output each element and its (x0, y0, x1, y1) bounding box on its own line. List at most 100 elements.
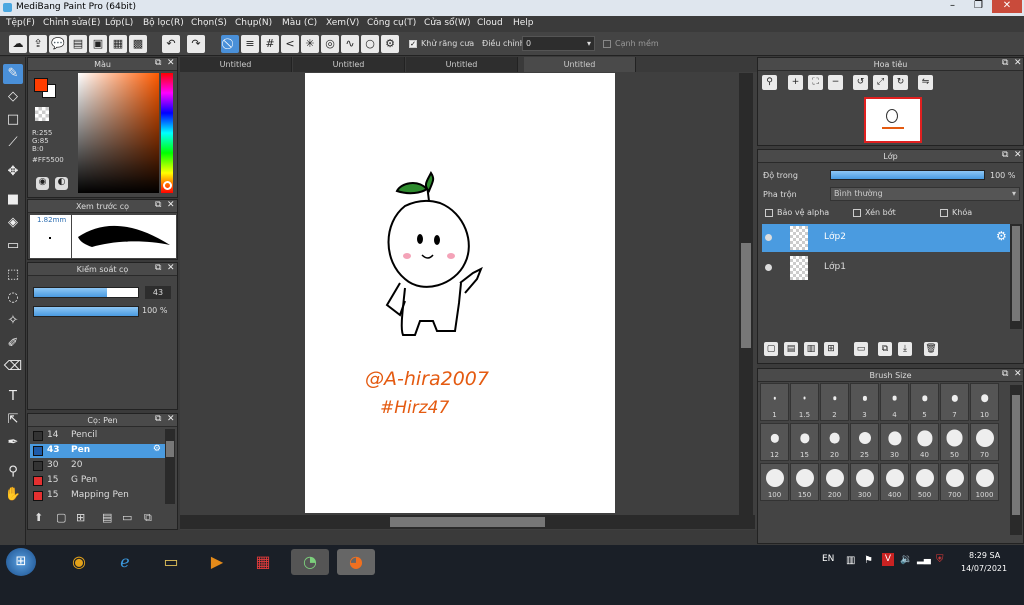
blend-mode-select[interactable]: Bình thường ▾ (830, 187, 1020, 201)
transparent-color-swatch[interactable] (35, 107, 49, 121)
primary-color-swatch[interactable] (34, 78, 48, 92)
hand-tool-icon[interactable]: ✋ (3, 485, 23, 505)
perspective-snap-icon[interactable]: < (281, 35, 299, 53)
language-indicator[interactable]: EN (822, 554, 834, 564)
eraser-tool-icon[interactable]: ◇ (3, 87, 23, 107)
radial-snap-icon[interactable]: ✳ (301, 35, 319, 53)
rotate-left-icon[interactable]: ↺ (853, 75, 868, 90)
menu-tools[interactable]: Công cụ(T) (367, 18, 416, 28)
eyedropper-tool-icon[interactable]: ⚲ (3, 462, 23, 482)
brush-size-preset[interactable]: 10 (970, 383, 999, 421)
text-tool-icon[interactable]: T (3, 387, 23, 407)
new-8bit-layer-icon[interactable]: ▥ (804, 342, 818, 356)
fit-screen-icon[interactable]: ⛶ (808, 75, 823, 90)
canvas-vertical-scrollbar[interactable] (739, 73, 753, 518)
navigator-thumbnail[interactable] (864, 97, 922, 143)
parallel-snap-icon[interactable]: ≡ (241, 35, 259, 53)
dot-tool-icon[interactable]: □ (3, 110, 23, 130)
app-icon[interactable]: ▦ (244, 549, 282, 575)
menu-view[interactable]: Xem(V) (326, 18, 359, 28)
brush-opacity-slider[interactable] (33, 306, 139, 317)
brush-size-scrollbar[interactable] (1010, 385, 1022, 535)
brush-size-preset[interactable]: 200 (820, 463, 849, 501)
close-icon[interactable]: ✕ (1014, 369, 1022, 379)
close-icon[interactable]: ✕ (1014, 58, 1022, 68)
brush-size-slider[interactable] (33, 287, 139, 298)
media-player-icon[interactable]: ▶ (198, 549, 236, 575)
brush-list-item[interactable]: 30 20 (30, 459, 165, 473)
scroll-thumb[interactable] (1012, 226, 1020, 321)
snap-off-icon[interactable]: ⃠ (221, 35, 239, 53)
soft-edge-checkbox[interactable] (603, 40, 611, 48)
brush-folder-icon[interactable]: ▭ (122, 511, 132, 524)
bucket-tool-icon[interactable]: ◈ (3, 213, 23, 233)
grid-snap-icon[interactable]: # (261, 35, 279, 53)
layer-row[interactable]: Lớp1 (762, 254, 1010, 282)
delete-layer-icon[interactable]: 🗑 (924, 342, 938, 356)
lock-checkbox[interactable] (940, 209, 948, 217)
new-halftone-layer-icon[interactable]: ▤ (784, 342, 798, 356)
brush-size-preset[interactable]: 7 (940, 383, 969, 421)
folder-icon[interactable]: ▭ (854, 342, 868, 356)
menu-cloud[interactable]: Cloud (477, 18, 503, 28)
medibang-taskbar-icon[interactable]: ◕ (337, 549, 375, 575)
chrome-icon[interactable]: ◉ (60, 549, 98, 575)
eye-icon[interactable] (765, 234, 772, 241)
brush-size-preset[interactable]: 300 (850, 463, 879, 501)
menu-file[interactable]: Tệp(F) (6, 18, 35, 28)
brush-size-preset[interactable]: 700 (940, 463, 969, 501)
brush-list-item[interactable]: 43 Pen ⚙ (30, 444, 165, 458)
magic-wand-tool-icon[interactable]: ✧ (3, 311, 23, 331)
menu-help[interactable]: Help (513, 18, 534, 28)
smudge-tool-icon[interactable]: ⟋ (3, 133, 23, 153)
undock-icon[interactable]: ⧉ (1002, 369, 1008, 379)
brush-size-preset[interactable]: 15 (790, 423, 819, 461)
internet-explorer-icon[interactable]: ℯ (106, 549, 144, 575)
settings-icon[interactable]: ⚙ (381, 35, 399, 53)
move-tool-icon[interactable]: ✥ (3, 162, 23, 182)
duplicate-layer-icon[interactable]: ⧉ (878, 342, 892, 356)
eye-icon[interactable] (765, 264, 772, 271)
drawing-canvas[interactable]: @A-hira2007 #Hirz47 (305, 73, 615, 513)
add-layer-menu-icon[interactable]: ⊞ (824, 342, 838, 356)
operation-tool-icon[interactable]: ⇱ (3, 410, 23, 430)
hue-slider[interactable] (161, 73, 173, 193)
undock-icon[interactable]: ⧉ (1002, 58, 1008, 68)
select-pen-tool-icon[interactable]: ✐ (3, 334, 23, 354)
brush-size-preset[interactable]: 70 (970, 423, 999, 461)
security-icon[interactable]: ⛨ (936, 554, 944, 565)
material-icon[interactable]: ▦ (109, 35, 127, 53)
undock-icon[interactable]: ⧉ (1002, 150, 1008, 160)
brush-size-preset[interactable]: 1 (760, 383, 789, 421)
v-app-icon[interactable]: V (882, 553, 894, 566)
share-icon[interactable]: ⇪ (29, 35, 47, 53)
brush-duplicate-icon[interactable]: ⧉ (144, 511, 152, 525)
document-icon[interactable]: ▤ (69, 35, 87, 53)
canvas-horizontal-scrollbar[interactable] (180, 515, 755, 529)
tab-untitled-4[interactable]: Untitled (524, 57, 636, 72)
start-button[interactable]: ⊞ (6, 548, 36, 576)
brush-size-preset[interactable]: 100 (760, 463, 789, 501)
close-icon[interactable]: ✕ (167, 414, 175, 424)
brush-list-item[interactable]: 14 Pencil (30, 429, 165, 443)
merge-layer-icon[interactable]: ⤓ (898, 342, 912, 356)
curve-snap-icon[interactable]: ∿ (341, 35, 359, 53)
layer-list-scrollbar[interactable] (1010, 224, 1022, 329)
signal-icon[interactable]: ▂▄ (917, 555, 931, 565)
brush-size-preset[interactable]: 3 (850, 383, 879, 421)
brush-settings-icon[interactable]: ⬆ (34, 511, 43, 524)
hue-handle[interactable] (163, 181, 172, 190)
gradient-tool-icon[interactable]: ▭ (3, 236, 23, 256)
zoom-in-icon[interactable]: + (788, 75, 803, 90)
close-icon[interactable]: ✕ (167, 58, 175, 68)
select-eraser-tool-icon[interactable]: ⌫ (3, 357, 23, 377)
undock-icon[interactable]: ⧉ (155, 200, 161, 210)
grid-icon[interactable]: ▩ (129, 35, 147, 53)
brush-size-preset[interactable]: 5 (910, 383, 939, 421)
menu-layer[interactable]: Lớp(L) (105, 18, 133, 28)
zoom-icon[interactable]: ⚲ (762, 75, 777, 90)
palette-icon[interactable]: ◉ (36, 177, 49, 190)
file-explorer-icon[interactable]: ▭ (152, 549, 190, 575)
brush-size-preset[interactable]: 12 (760, 423, 789, 461)
gear-icon[interactable]: ⚙ (153, 444, 161, 454)
